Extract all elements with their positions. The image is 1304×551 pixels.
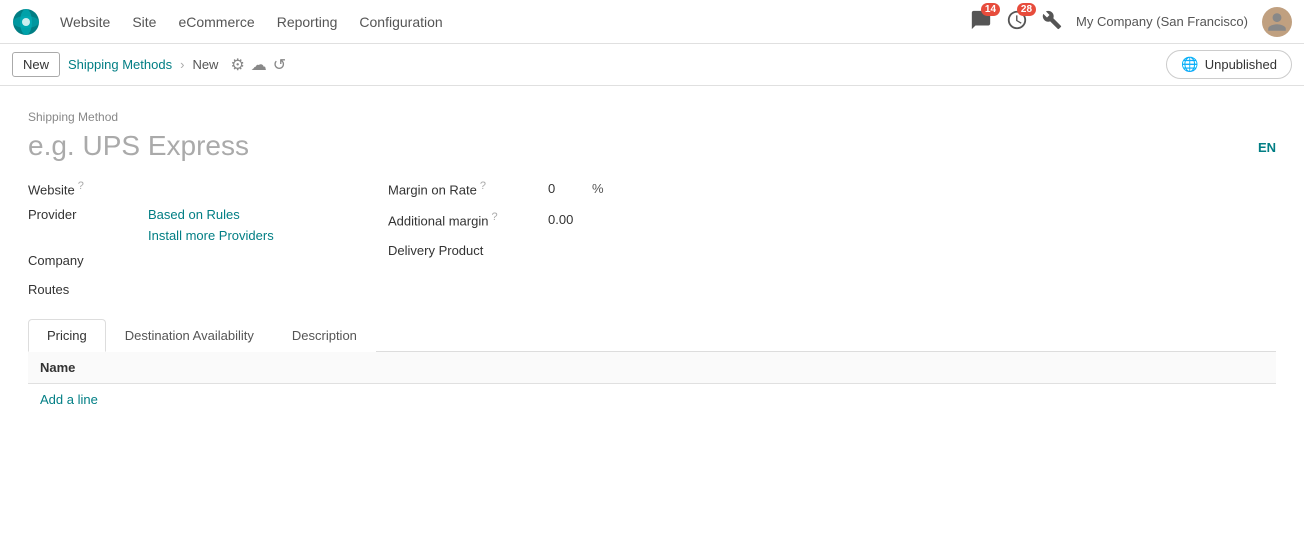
- nav-site[interactable]: Site: [130, 10, 158, 34]
- tab-description[interactable]: Description: [273, 319, 376, 352]
- wrench-icon: [1042, 10, 1062, 30]
- table-header: Name: [28, 352, 1276, 384]
- lang-badge[interactable]: EN: [1258, 140, 1276, 155]
- website-label: Website?: [28, 180, 148, 197]
- routes-field-row: Routes: [28, 282, 348, 297]
- discard-icon[interactable]: ↺: [273, 55, 286, 75]
- nav-website[interactable]: Website: [58, 10, 112, 34]
- website-field-row: Website?: [28, 180, 348, 197]
- section-label: Shipping Method: [28, 110, 1276, 124]
- additional-margin-value[interactable]: 0.00: [548, 212, 588, 227]
- globe-icon: 🌐: [1181, 56, 1198, 73]
- margin-rate-value[interactable]: 0: [548, 181, 588, 196]
- nav-ecommerce[interactable]: eCommerce: [176, 10, 256, 34]
- install-providers-link[interactable]: Install more Providers: [148, 228, 348, 243]
- publish-button[interactable]: 🌐 Unpublished: [1166, 50, 1292, 79]
- top-navigation: Website Site eCommerce Reporting Configu…: [0, 0, 1304, 44]
- main-content: Shipping Method e.g. UPS Express EN Webs…: [0, 86, 1304, 551]
- provider-value[interactable]: Based on Rules: [148, 207, 240, 222]
- nav-reporting[interactable]: Reporting: [275, 10, 340, 34]
- publish-label: Unpublished: [1205, 57, 1277, 72]
- provider-field-row: Provider Based on Rules: [28, 207, 348, 222]
- logo-icon: [12, 8, 40, 36]
- additional-margin-label: Additional margin?: [388, 211, 548, 228]
- margin-rate-row: Margin on Rate? 0 %: [388, 180, 1276, 197]
- activity-icon-button[interactable]: 28: [1006, 9, 1028, 34]
- add-line-button[interactable]: Add a line: [28, 384, 110, 415]
- messages-icon-button[interactable]: 14: [970, 9, 992, 34]
- cloud-upload-icon[interactable]: ☁: [251, 55, 267, 75]
- form-title[interactable]: e.g. UPS Express: [28, 130, 1276, 162]
- additional-margin-help[interactable]: ?: [491, 211, 497, 223]
- routes-label: Routes: [28, 282, 148, 297]
- margin-rate-unit: %: [592, 181, 604, 196]
- pricing-table: Name Add a line: [28, 352, 1276, 415]
- new-button[interactable]: New: [12, 52, 60, 77]
- breadcrumb-parent[interactable]: Shipping Methods: [68, 57, 172, 72]
- breadcrumb-current: New: [192, 57, 218, 72]
- website-help[interactable]: ?: [78, 180, 84, 192]
- provider-label: Provider: [28, 207, 148, 222]
- breadcrumb-separator: ›: [180, 57, 184, 72]
- settings-gear-icon[interactable]: ⚙: [230, 55, 244, 75]
- app-logo[interactable]: [12, 8, 40, 36]
- form-right: Margin on Rate? 0 % Additional margin? 0…: [348, 180, 1276, 311]
- company-field-row: Company: [28, 253, 348, 268]
- company-label-field: Company: [28, 253, 148, 268]
- messages-badge: 14: [981, 3, 1000, 16]
- tab-pricing[interactable]: Pricing: [28, 319, 106, 352]
- settings-icon-button[interactable]: [1042, 10, 1062, 33]
- avatar-icon: [1266, 11, 1288, 33]
- user-avatar[interactable]: [1262, 7, 1292, 37]
- breadcrumb-bar: New Shipping Methods › New ⚙ ☁ ↺ 🌐 Unpub…: [0, 44, 1304, 86]
- delivery-product-row: Delivery Product: [388, 243, 1276, 258]
- form-left: Website? Provider Based on Rules Install…: [28, 180, 348, 311]
- form-grid: Website? Provider Based on Rules Install…: [28, 180, 1276, 311]
- tabs-container: Pricing Destination Availability Descrip…: [28, 319, 1276, 352]
- margin-rate-label: Margin on Rate?: [388, 180, 548, 197]
- activity-badge: 28: [1017, 3, 1036, 16]
- margin-rate-help[interactable]: ?: [480, 180, 486, 192]
- delivery-product-label: Delivery Product: [388, 243, 548, 258]
- company-label[interactable]: My Company (San Francisco): [1076, 14, 1248, 29]
- additional-margin-row: Additional margin? 0.00: [388, 211, 1276, 228]
- tab-destination-availability[interactable]: Destination Availability: [106, 319, 273, 352]
- nav-configuration[interactable]: Configuration: [357, 10, 444, 34]
- col-name-header: Name: [40, 360, 75, 375]
